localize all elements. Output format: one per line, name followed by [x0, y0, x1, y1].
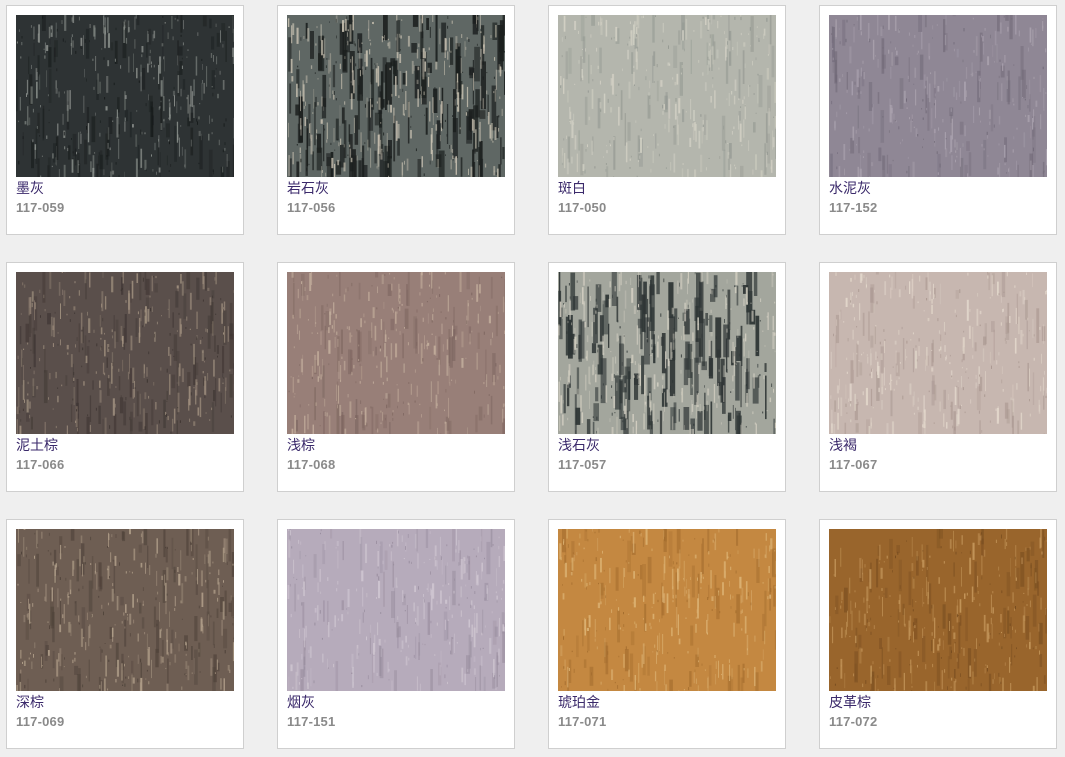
- swatch-code: 117-072: [829, 714, 878, 729]
- swatch-card[interactable]: 深棕 117-069: [6, 519, 244, 749]
- swatch-card[interactable]: 岩石灰 117-056: [277, 5, 515, 235]
- swatch-card[interactable]: 烟灰 117-151: [277, 519, 515, 749]
- swatch-name[interactable]: 墨灰: [16, 180, 44, 198]
- swatch-image[interactable]: [287, 529, 505, 691]
- swatch-code: 117-057: [558, 457, 607, 472]
- swatch-texture: [16, 15, 234, 177]
- swatch-card[interactable]: 斑白 117-050: [548, 5, 786, 235]
- swatch-image[interactable]: [829, 15, 1047, 177]
- swatch-card[interactable]: 泥土棕 117-066: [6, 262, 244, 492]
- swatch-name[interactable]: 浅褐: [829, 437, 857, 455]
- swatch-texture: [287, 272, 505, 434]
- swatch-image[interactable]: [16, 15, 234, 177]
- swatch-code: 117-067: [829, 457, 878, 472]
- swatch-name[interactable]: 泥土棕: [16, 437, 58, 455]
- swatch-image[interactable]: [16, 529, 234, 691]
- swatch-card[interactable]: 墨灰 117-059: [6, 5, 244, 235]
- swatch-texture: [558, 15, 776, 177]
- swatch-texture: [287, 15, 505, 177]
- swatch-code: 117-066: [16, 457, 65, 472]
- swatch-image[interactable]: [287, 272, 505, 434]
- swatch-name[interactable]: 浅棕: [287, 437, 315, 455]
- swatch-code: 117-069: [16, 714, 65, 729]
- swatch-texture: [558, 529, 776, 691]
- swatch-name[interactable]: 琥珀金: [558, 694, 600, 712]
- swatch-name[interactable]: 皮革棕: [829, 694, 871, 712]
- swatch-texture: [558, 272, 776, 434]
- swatch-texture: [829, 15, 1047, 177]
- swatch-code: 117-056: [287, 200, 336, 215]
- swatch-code: 117-152: [829, 200, 878, 215]
- swatch-card[interactable]: 皮革棕 117-072: [819, 519, 1057, 749]
- swatch-image[interactable]: [829, 529, 1047, 691]
- swatch-code: 117-059: [16, 200, 65, 215]
- swatch-card[interactable]: 浅棕 117-068: [277, 262, 515, 492]
- swatch-image[interactable]: [558, 272, 776, 434]
- swatch-card[interactable]: 浅石灰 117-057: [548, 262, 786, 492]
- swatch-image[interactable]: [287, 15, 505, 177]
- swatch-name[interactable]: 深棕: [16, 694, 44, 712]
- swatch-texture: [287, 529, 505, 691]
- swatch-code: 117-151: [287, 714, 336, 729]
- swatch-code: 117-068: [287, 457, 336, 472]
- swatch-texture: [829, 529, 1047, 691]
- swatch-texture: [16, 529, 234, 691]
- swatch-name[interactable]: 斑白: [558, 180, 586, 198]
- swatch-texture: [16, 272, 234, 434]
- swatch-card[interactable]: 水泥灰 117-152: [819, 5, 1057, 235]
- swatch-name[interactable]: 水泥灰: [829, 180, 871, 198]
- swatch-card[interactable]: 浅褐 117-067: [819, 262, 1057, 492]
- swatch-image[interactable]: [558, 15, 776, 177]
- swatch-name[interactable]: 浅石灰: [558, 437, 600, 455]
- swatch-card[interactable]: 琥珀金 117-071: [548, 519, 786, 749]
- swatch-image[interactable]: [16, 272, 234, 434]
- swatch-name[interactable]: 烟灰: [287, 694, 315, 712]
- swatch-name[interactable]: 岩石灰: [287, 180, 329, 198]
- swatch-grid: 墨灰 117-059 岩石灰 117-056 斑白 117-050 水泥灰 11…: [6, 5, 1057, 749]
- swatch-image[interactable]: [829, 272, 1047, 434]
- swatch-code: 117-071: [558, 714, 607, 729]
- swatch-texture: [829, 272, 1047, 434]
- swatch-image[interactable]: [558, 529, 776, 691]
- swatch-code: 117-050: [558, 200, 607, 215]
